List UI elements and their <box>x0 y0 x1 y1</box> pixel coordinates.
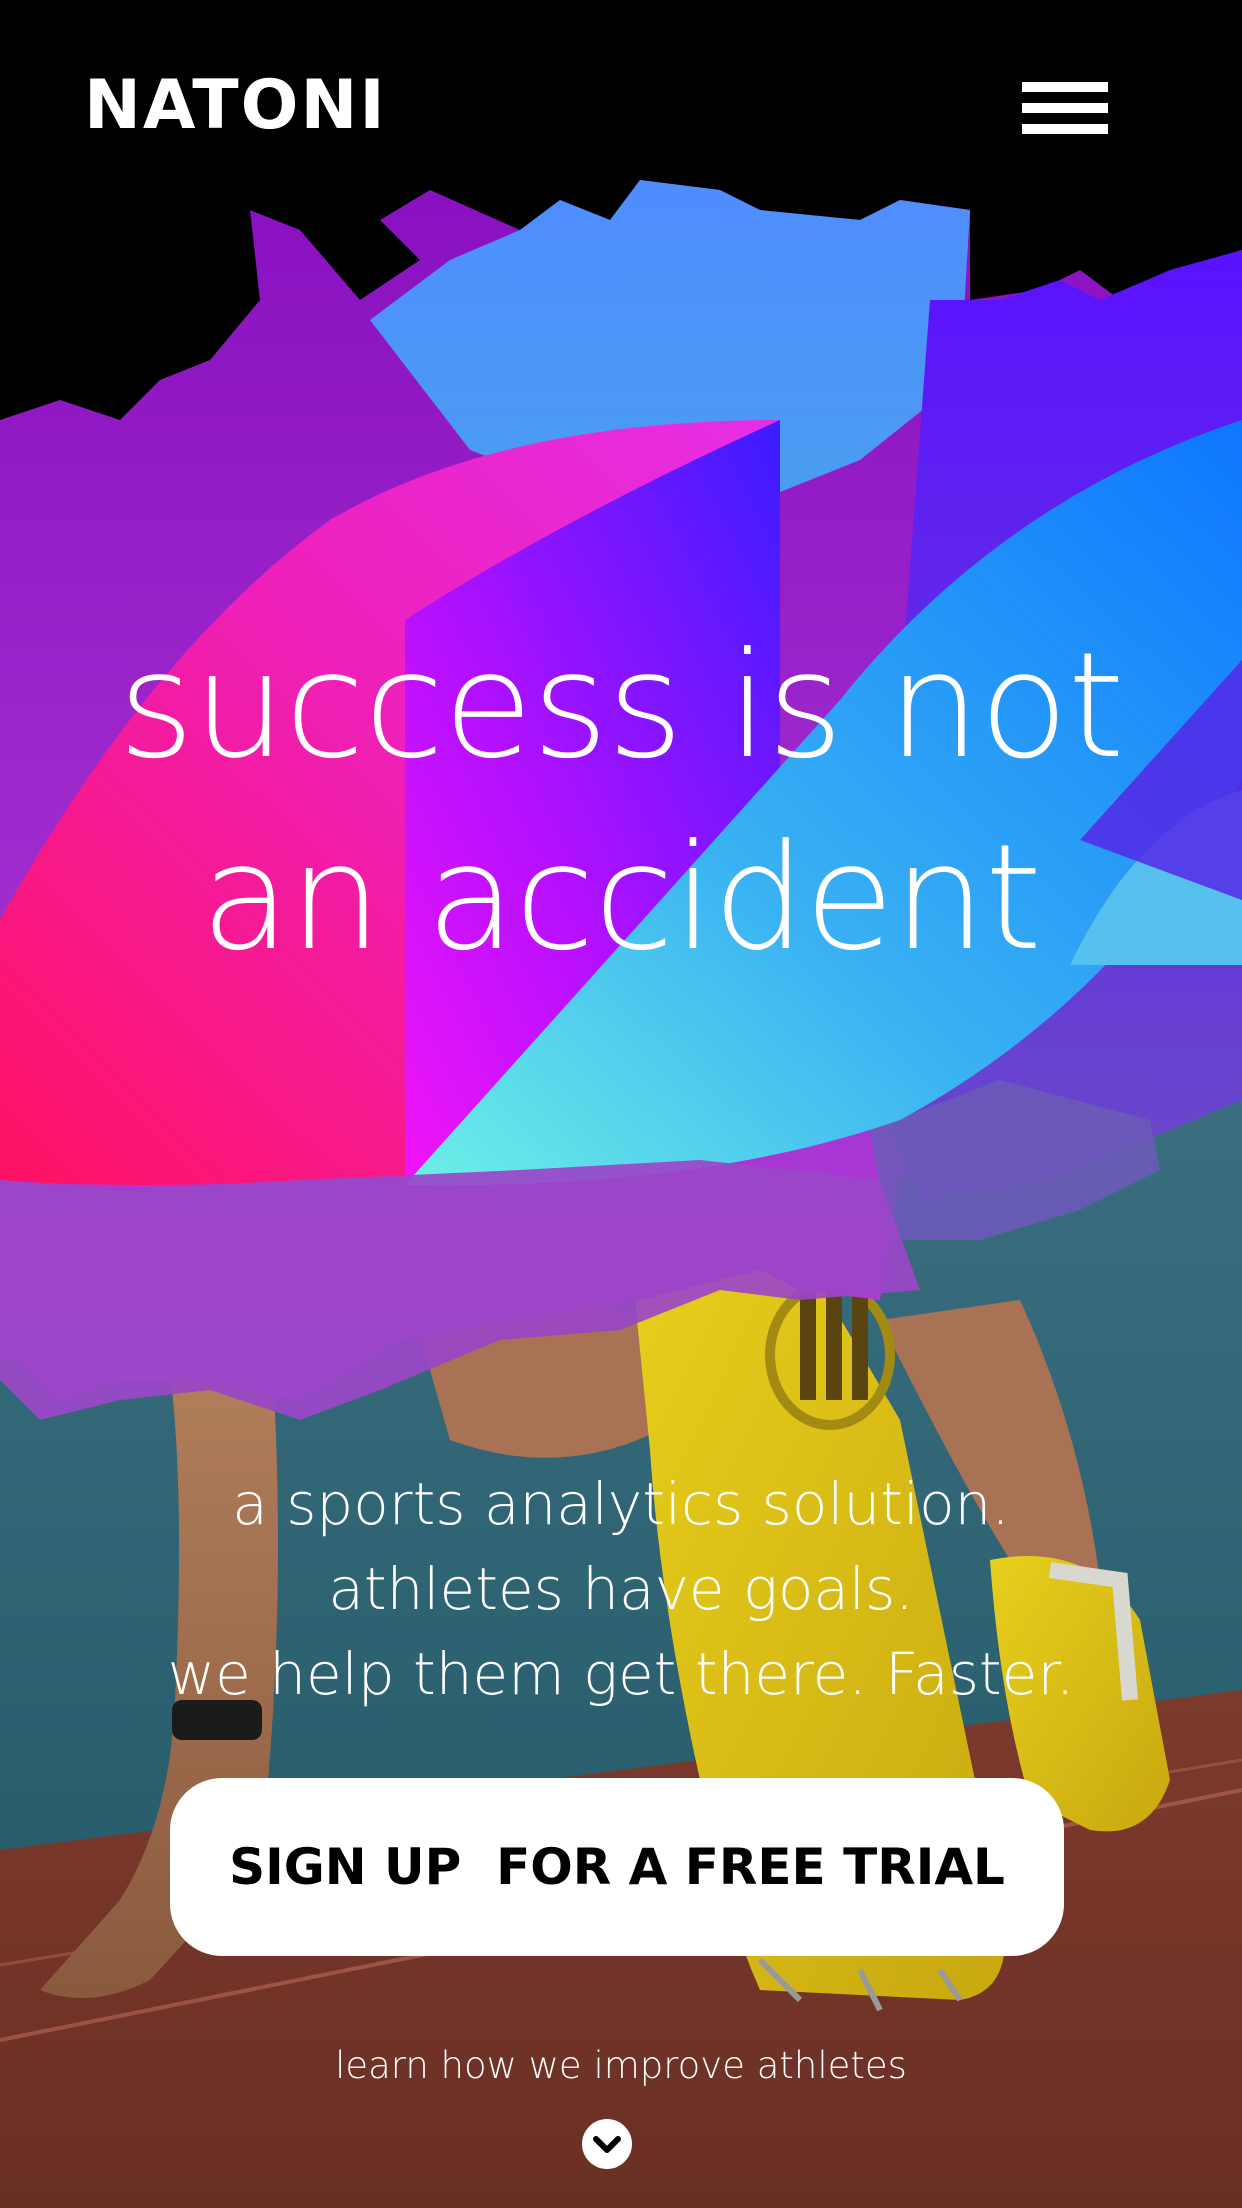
hero-headline-line-2: an accident <box>200 813 1042 983</box>
menu-bar-top <box>1022 82 1108 92</box>
hero-headline-line-1: success is not <box>118 621 1125 791</box>
hero-subtitle-line-1: a sports analytics solution. <box>232 1470 1010 1538</box>
hero-subtitle-line-3: we help them get there. Faster. <box>167 1640 1075 1708</box>
brand-logo[interactable]: NATONI <box>84 72 387 140</box>
menu-bar-middle <box>1022 103 1108 113</box>
chevron-down-glyph <box>593 2136 621 2153</box>
hamburger-menu-icon[interactable] <box>1022 82 1112 142</box>
learn-more-link[interactable]: learn how we improve athletes <box>0 2044 1242 2087</box>
landing-page: NATONI success is not an accident a spor… <box>0 0 1242 2208</box>
hero-headline: success is not an accident <box>0 610 1242 994</box>
chevron-down-icon[interactable] <box>582 2119 632 2169</box>
menu-bar-bottom <box>1022 124 1108 134</box>
hero-subtitle: a sports analytics solution. athletes ha… <box>0 1462 1242 1717</box>
hero-subtitle-line-2: athletes have goals. <box>328 1555 914 1623</box>
free-trial-signup-button[interactable]: SIGN UP FOR A FREE TRIAL <box>170 1778 1064 1956</box>
